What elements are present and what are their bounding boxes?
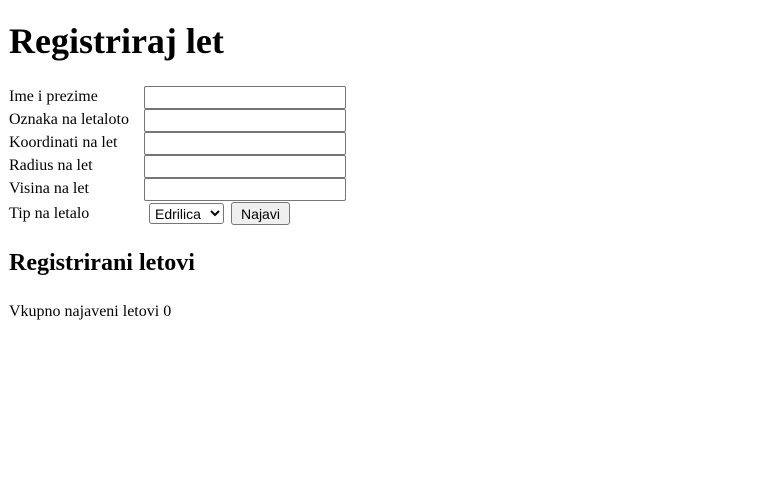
coordinates-label: Koordinati na let [9,134,118,151]
aircraft-type-label: Tip na letalo [9,205,90,222]
radius-input[interactable] [144,155,346,178]
registered-flights-summary: Vkupno najaveni letovi 0 [9,303,171,321]
altitude-input[interactable] [144,178,346,201]
radius-label: Radius na let [9,157,93,174]
aircraft-id-label: Oznaka na letaloto [9,111,129,128]
coordinates-input[interactable] [144,132,346,155]
altitude-label: Visina na let [9,180,89,197]
registered-flights-heading: Registrirani letovi [9,250,195,276]
total-flights-label: Vkupno najaveni letovi [9,303,160,320]
page-title: Registriraj let [9,21,224,61]
aircraft-type-select[interactable]: Edrilica [149,203,224,224]
name-input[interactable] [144,86,346,109]
aircraft-id-input[interactable] [144,109,346,132]
name-label: Ime i prezime [9,88,98,105]
submit-button[interactable]: Najavi [231,202,290,225]
total-flights-count: 0 [163,303,172,320]
